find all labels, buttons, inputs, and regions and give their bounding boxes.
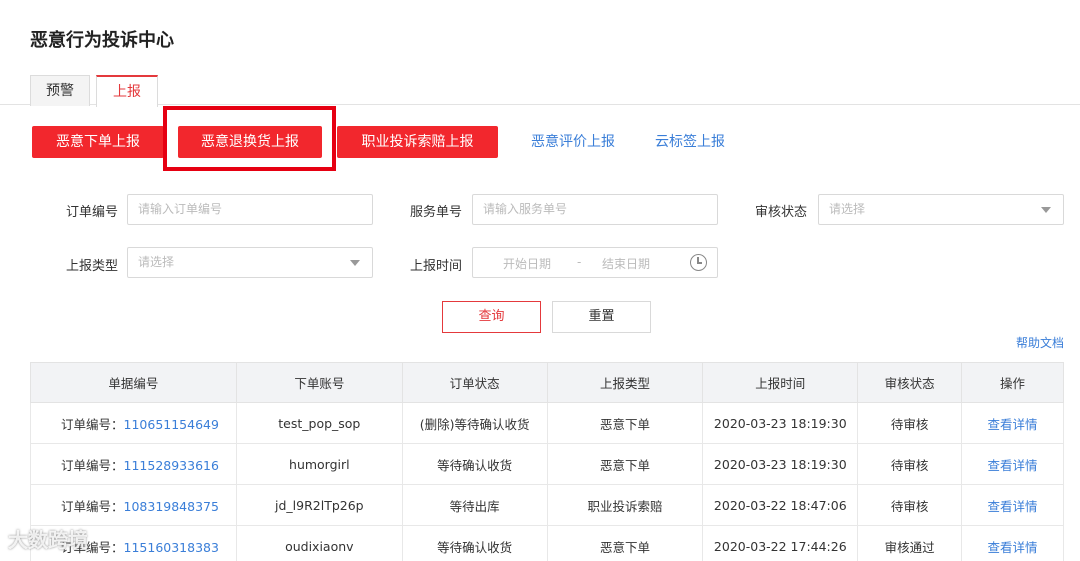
col-report-type: 上报类型 [546, 362, 704, 403]
action-cell: 查看详情 [961, 402, 1064, 444]
order-no-label: 订单编号 [66, 205, 119, 220]
order-number-link[interactable]: 115160318383 [124, 540, 219, 555]
end-date-placeholder: 结束日期 [602, 257, 651, 271]
watermark: 大数跨境 [8, 528, 88, 552]
view-detail-link[interactable]: 查看详情 [988, 417, 1038, 432]
order-status-cell: 等待确认收货 [401, 443, 548, 485]
report-type-label: 上报类型 [66, 259, 119, 274]
report-time-cell: 2020-03-23 18:19:30 [702, 443, 859, 485]
report-type-cell: 恶意下单 [546, 525, 704, 561]
table-row: 订单编号：115160318383 oudixiaonv 等待确认收货 恶意下单… [30, 525, 1064, 561]
action-cell: 查看详情 [961, 484, 1064, 526]
service-no-label: 服务单号 [410, 205, 463, 220]
view-detail-link[interactable]: 查看详情 [988, 540, 1038, 555]
malicious-review-report-link[interactable]: 恶意评价上报 [531, 126, 615, 158]
order-number-link[interactable]: 108319848375 [124, 499, 219, 514]
order-cell: 订单编号：110651154649 [30, 402, 237, 444]
service-no-input[interactable]: 请输入服务单号 [472, 194, 718, 225]
review-status-cell: 待审核 [857, 484, 963, 526]
review-status-select[interactable]: 请选择 [818, 194, 1064, 225]
report-type-cell: 恶意下单 [546, 443, 704, 485]
chevron-down-icon [350, 260, 360, 266]
order-status-cell: 等待确认收货 [401, 525, 548, 561]
col-order-status: 订单状态 [401, 362, 548, 403]
col-review-status: 审核状态 [857, 362, 963, 403]
col-doc-no: 单据编号 [30, 362, 237, 403]
review-status-label: 审核状态 [755, 205, 808, 220]
report-type-cell: 恶意下单 [546, 402, 704, 444]
tab-report[interactable]: 上报 [96, 75, 158, 107]
help-doc-link[interactable]: 帮助文档 [1016, 334, 1064, 351]
account-cell: humorgirl [235, 443, 403, 485]
action-cell: 查看详情 [961, 525, 1064, 561]
order-number-link[interactable]: 110651154649 [124, 417, 219, 432]
order-no-input[interactable]: 请输入订单编号 [127, 194, 373, 225]
account-cell: test_pop_sop [235, 402, 403, 444]
tab-warning[interactable]: 预警 [30, 75, 90, 106]
start-date-placeholder: 开始日期 [503, 257, 552, 271]
order-prefix: 订单编号： [61, 457, 124, 473]
report-time-cell: 2020-03-23 18:19:30 [702, 402, 859, 444]
clock-icon [690, 254, 707, 271]
order-prefix: 订单编号： [61, 498, 124, 514]
report-time-range[interactable]: 开始日期 - 结束日期 [472, 247, 718, 278]
cloud-tag-report-link[interactable]: 云标签上报 [655, 126, 725, 158]
review-status-cell: 审核通过 [857, 525, 963, 561]
page-title: 恶意行为投诉中心 [30, 30, 174, 51]
order-status-cell: (删除)等待确认收货 [401, 402, 548, 444]
review-status-cell: 待审核 [857, 443, 963, 485]
malicious-order-report-button[interactable]: 恶意下单上报 [32, 126, 164, 158]
table-header-row: 单据编号 下单账号 订单状态 上报类型 上报时间 审核状态 操作 [30, 362, 1064, 403]
report-time-cell: 2020-03-22 17:44:26 [702, 525, 859, 561]
col-account: 下单账号 [235, 362, 403, 403]
report-type-placeholder: 请选择 [138, 255, 175, 269]
col-report-time: 上报时间 [702, 362, 859, 403]
reset-button[interactable]: 重置 [552, 301, 651, 333]
highlight-annotation-box [163, 106, 336, 171]
order-number-link[interactable]: 111528933616 [124, 458, 219, 473]
report-table: 单据编号 下单账号 订单状态 上报类型 上报时间 审核状态 操作 订单编号：11… [30, 362, 1064, 561]
table-row: 订单编号：108319848375 jd_l9R2lTp26p 等待出库 职业投… [30, 484, 1064, 526]
account-cell: oudixiaonv [235, 525, 403, 561]
date-separator: - [577, 255, 582, 269]
query-button[interactable]: 查询 [442, 301, 541, 333]
account-cell: jd_l9R2lTp26p [235, 484, 403, 526]
report-type-cell: 职业投诉索赔 [546, 484, 704, 526]
order-cell: 订单编号：111528933616 [30, 443, 237, 485]
action-cell: 查看详情 [961, 443, 1064, 485]
report-time-cell: 2020-03-22 18:47:06 [702, 484, 859, 526]
view-detail-link[interactable]: 查看详情 [988, 458, 1038, 473]
order-cell: 订单编号：108319848375 [30, 484, 237, 526]
review-status-cell: 待审核 [857, 402, 963, 444]
report-type-select[interactable]: 请选择 [127, 247, 373, 278]
view-detail-link[interactable]: 查看详情 [988, 499, 1038, 514]
table-row: 订单编号：110651154649 test_pop_sop (删除)等待确认收… [30, 402, 1064, 444]
review-status-placeholder: 请选择 [829, 202, 866, 216]
report-time-label: 上报时间 [410, 259, 463, 274]
col-action: 操作 [961, 362, 1064, 403]
professional-claim-report-button[interactable]: 职业投诉索赔上报 [337, 126, 498, 158]
order-prefix: 订单编号： [61, 416, 124, 432]
order-status-cell: 等待出库 [401, 484, 548, 526]
tab-bar: 预警 上报 [0, 72, 1080, 107]
table-row: 订单编号：111528933616 humorgirl 等待确认收货 恶意下单 … [30, 443, 1064, 485]
chevron-down-icon [1041, 207, 1051, 213]
